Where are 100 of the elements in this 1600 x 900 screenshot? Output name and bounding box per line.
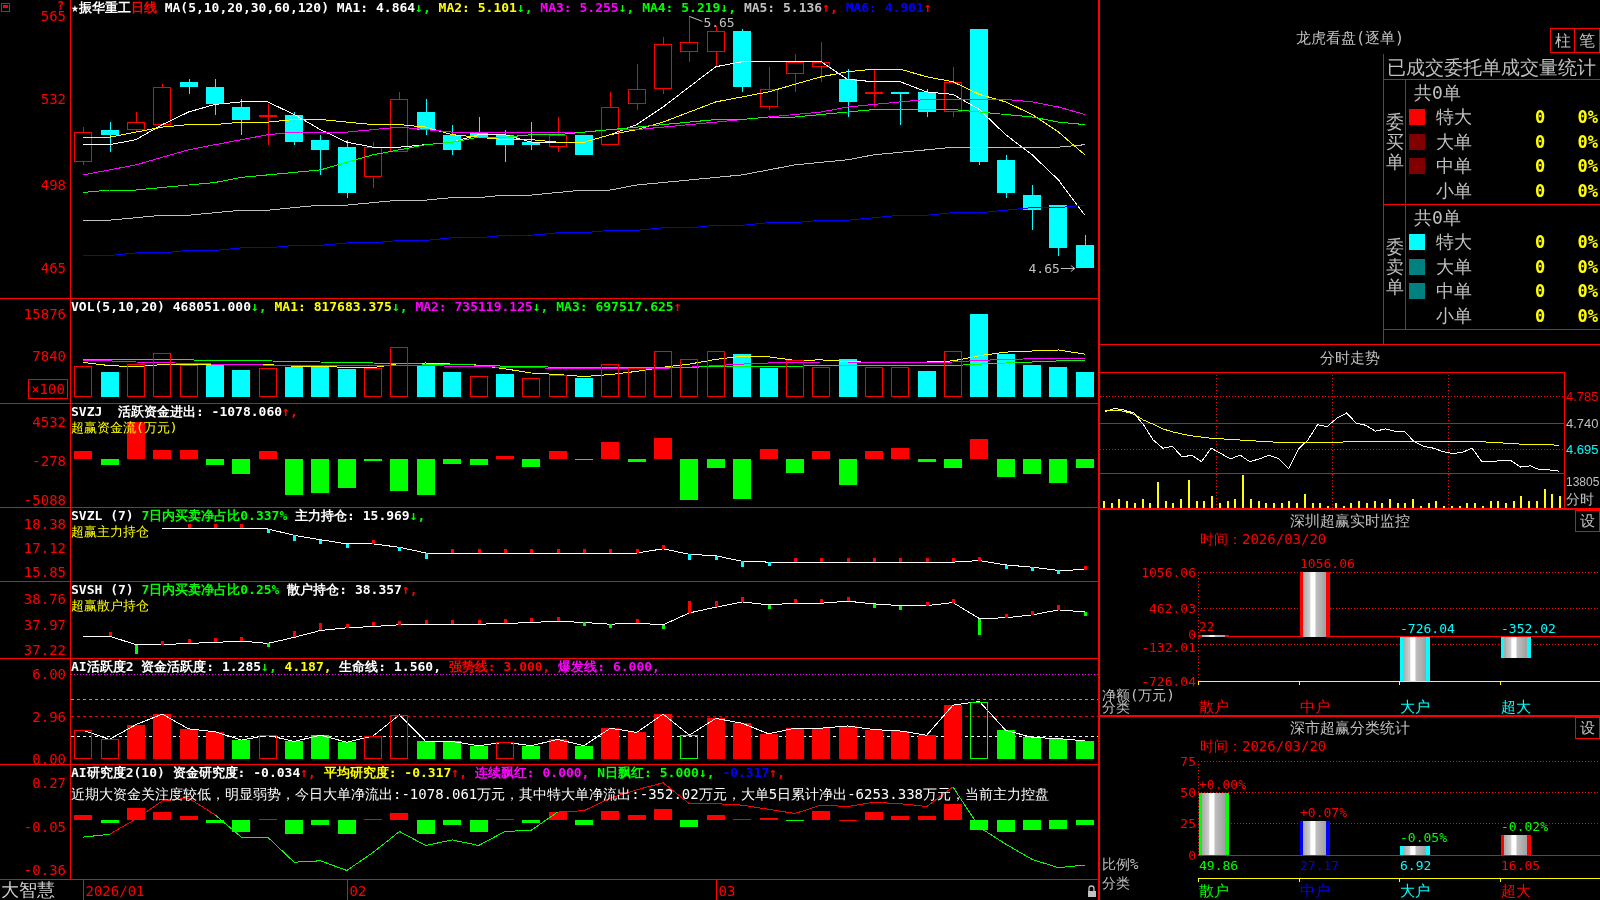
chart-legend: VOL(5,10,20) 468051.000↓, MA1: 817683.375↓, MA2: 735119.125↓, MA3: 697517.625↑: [71, 299, 682, 315]
change-marker: [398, 621, 401, 625]
category-label: 超大: [1501, 698, 1531, 715]
bar-value-label: 27.17: [1300, 857, 1340, 873]
axis-label: 37.97: [23, 616, 66, 633]
change-marker: [293, 535, 296, 541]
candlestick: [206, 78, 224, 115]
view-toggle[interactable]: 柱: [1550, 28, 1575, 53]
change-marker: [873, 604, 876, 608]
candlestick: [127, 111, 145, 133]
order-share: 0%: [1577, 180, 1598, 201]
axis-label: 4532: [32, 413, 66, 430]
axis-label: 0.27: [32, 774, 66, 791]
axis-label: 465: [40, 259, 66, 276]
candlestick: [707, 25, 725, 68]
axis-label: 75: [1180, 753, 1196, 769]
square-icon[interactable]: [1, 3, 10, 12]
annotation: 5.65: [703, 14, 735, 30]
axis-label: 6.00: [32, 665, 66, 682]
order-share: 0%: [1577, 107, 1598, 128]
settings-button[interactable]: 设: [1575, 717, 1600, 739]
change-marker: [504, 549, 507, 553]
change-marker: [1084, 566, 1087, 570]
change-marker: [319, 623, 322, 630]
bar-value-label: -726.04: [1400, 620, 1455, 636]
change-marker: [319, 540, 322, 544]
axis-label: 0.00: [32, 750, 66, 765]
side-label: 委买单: [1385, 112, 1404, 172]
category-label: 散户: [1199, 698, 1229, 715]
order-share: 0%: [1577, 131, 1598, 152]
axis-label: 462.03: [1149, 600, 1196, 616]
change-marker: [240, 637, 243, 641]
chart-legend: SVZL (7) 7日内买卖净占比0.337% 主力持仓: 15.969↓,: [71, 508, 426, 524]
axis-label: 0: [1188, 626, 1196, 642]
candlestick: [680, 15, 698, 63]
change-marker: [609, 624, 612, 628]
axis-label: 25: [1180, 816, 1196, 832]
candlestick: [470, 116, 488, 138]
change-marker: [109, 632, 112, 636]
change-label: +0.07%: [1300, 804, 1347, 820]
category-label: 中户: [1300, 698, 1330, 715]
change-marker: [557, 617, 560, 621]
panel-title: 深市超赢分类统计: [1290, 718, 1410, 738]
order-count: 0: [1534, 232, 1546, 253]
view-toggle[interactable]: 笔: [1575, 28, 1600, 53]
candlestick: [865, 68, 883, 108]
candlestick: [74, 126, 92, 166]
annotation: 4.65: [1028, 261, 1060, 277]
axis-label: 17.12: [23, 539, 66, 556]
change-marker: [530, 549, 533, 553]
chart-legend: SVSH (7) 7日内买卖净占比0.25% 散户持仓: 38.357↑,: [71, 582, 418, 598]
axis-label: 7840: [32, 347, 66, 364]
order-count: 0: [1534, 180, 1546, 201]
table-title: 已成交委托单成交量统计: [1387, 55, 1596, 78]
settings-button[interactable]: 设: [1575, 510, 1600, 532]
date-label: 2026/01: [85, 882, 145, 899]
change-marker: [715, 601, 718, 607]
candlestick: [1023, 184, 1041, 231]
order-share: 0%: [1577, 156, 1598, 177]
change-marker: [372, 540, 375, 544]
change-marker: [768, 562, 771, 566]
change-marker: [1057, 605, 1060, 610]
change-marker: [926, 602, 929, 606]
axis-label: -726.04: [1141, 673, 1196, 689]
axis-label: -0.05: [23, 819, 66, 836]
change-marker: [346, 624, 349, 628]
axis-label: -132.01: [1141, 639, 1196, 655]
order-share: 0%: [1577, 232, 1598, 253]
candlestick: [786, 53, 804, 93]
axis-label: -278: [32, 452, 66, 469]
change-marker: [583, 622, 586, 626]
order-size-label: 大单: [1436, 254, 1472, 279]
change-marker: [847, 597, 850, 601]
change-marker: [1031, 567, 1034, 571]
change-marker: [161, 641, 164, 645]
chart-legend: AI研究度2(10) 资金研究度: -0.034↑, 平均研究度: -0.317↑, 连续飘红: 0.000, N日飘红: 5.000↓, -0.317↑,: [71, 765, 785, 781]
axis-label: 50: [1180, 784, 1196, 800]
category-label: 中户: [1300, 882, 1330, 900]
chart-legend: ★振华重工日线 MA(5,10,20,30,60,120) MA1: 4.864↓, MA2: 5.101↓, MA3: 5.255↓, MA4: 5.219↓, MA5: 5.136↑, MA6: 4.901↑: [71, 0, 932, 16]
order-total: 共0单: [1414, 205, 1461, 230]
order-size-label: 小单: [1436, 178, 1472, 203]
candlestick: [549, 116, 567, 153]
bar-value-label: 1056.06: [1300, 556, 1355, 571]
candlestick: [522, 121, 540, 151]
side-label: 委卖单: [1385, 237, 1404, 297]
candlestick: [101, 121, 119, 153]
change-marker: [794, 599, 797, 603]
order-share: 0%: [1577, 281, 1598, 302]
chart-legend: AI活跃度2 资金活跃度: 1.285↓, 4.187, 生命线: 1.560, 强势线: 3.000, 爆发线: 6.000,: [71, 659, 660, 675]
change-marker: [451, 549, 454, 553]
change-marker: [346, 544, 349, 548]
axis-title: 比例%: [1102, 855, 1139, 872]
change-marker: [188, 524, 191, 528]
change-marker: [478, 620, 481, 624]
lock-icon[interactable]: [1087, 885, 1096, 897]
date-label: 时间：2026/03/20: [1200, 738, 1327, 754]
change-marker: [530, 618, 533, 622]
change-marker: [978, 619, 981, 635]
order-size-label: 特大: [1436, 230, 1472, 255]
change-marker: [873, 558, 876, 562]
